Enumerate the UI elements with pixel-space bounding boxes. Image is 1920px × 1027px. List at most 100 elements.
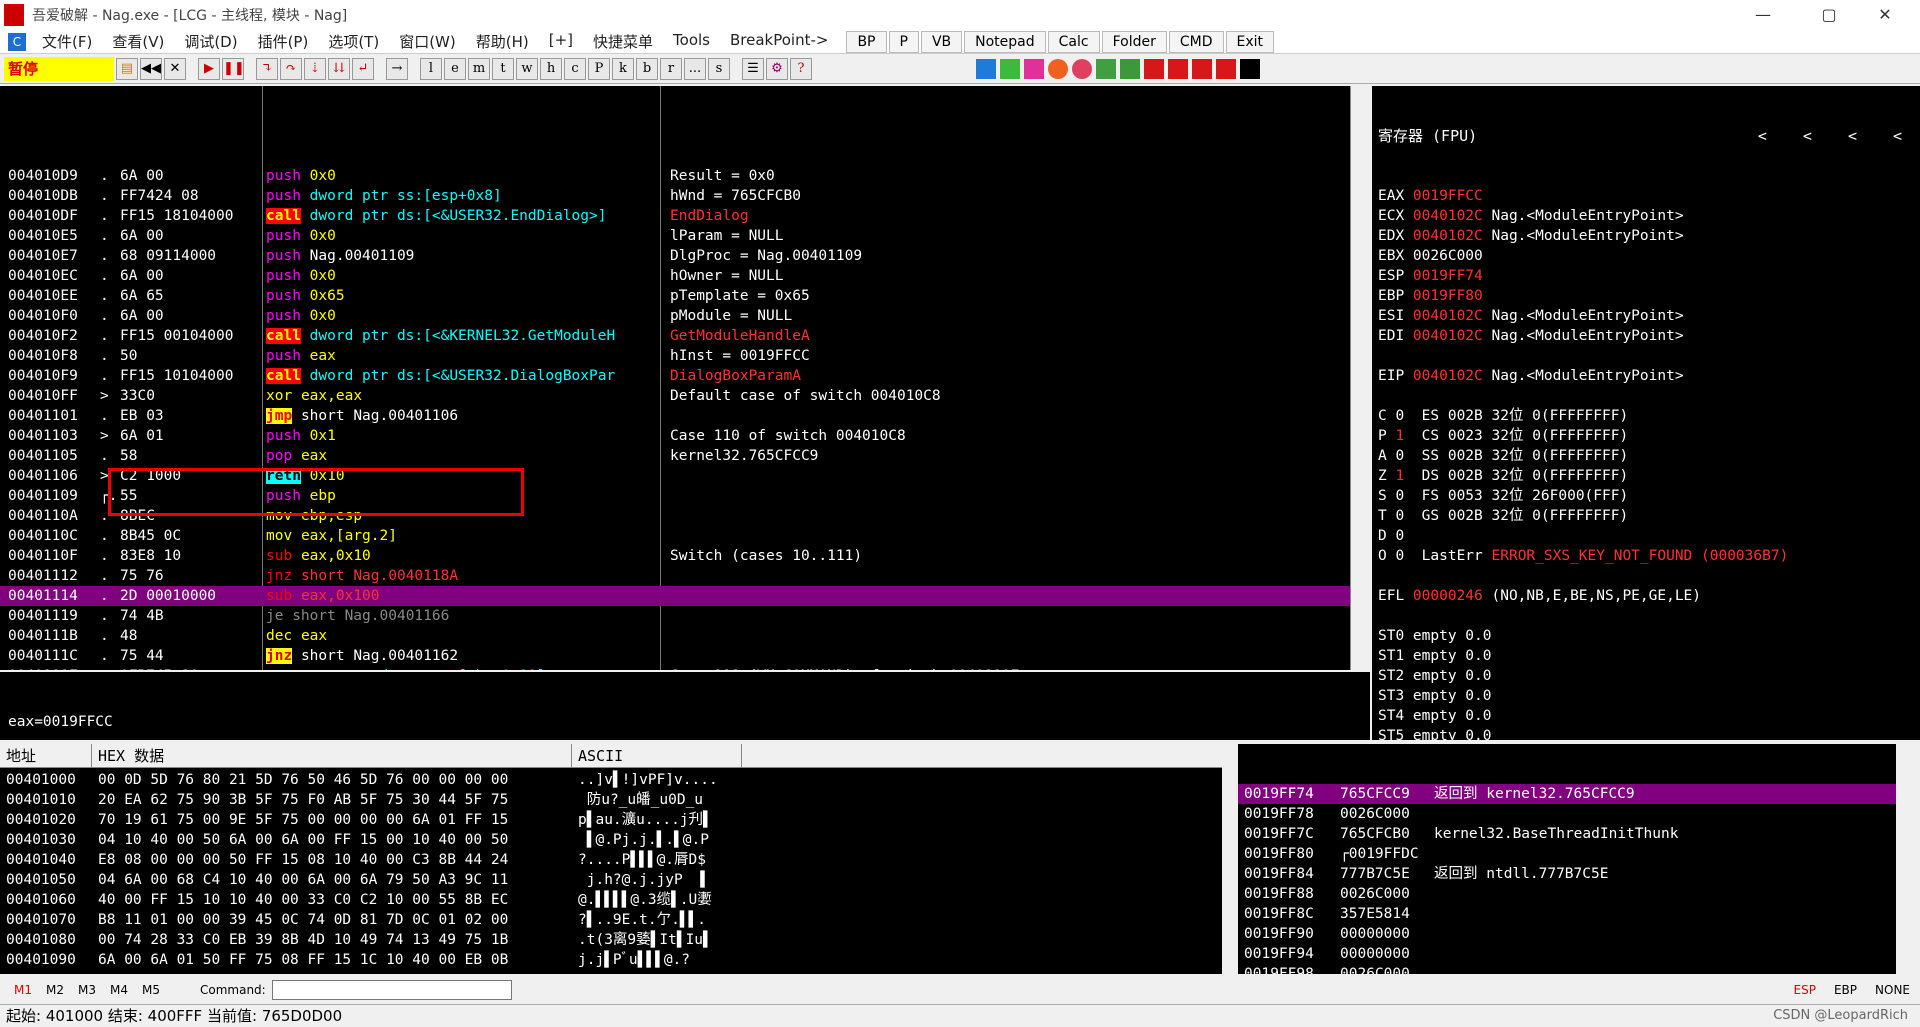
run-icon[interactable]: ▶ [198,57,220,80]
trace-over-icon[interactable]: ⇊ [328,57,350,80]
window-button[interactable]: l [420,57,442,80]
plugin-jie-icon[interactable] [1216,58,1236,79]
register-line[interactable]: ECX 0040102C Nag.<ModuleEntryPoint> [1372,206,1920,226]
disassembly-row[interactable]: 00401101. EB 03 jmp short Nag.00401106 [0,406,1350,426]
ext-button[interactable]: CMD [1168,30,1224,53]
stack-row[interactable]: 0019FF74 765CFCC9 返回到 kernel32.765CFCC9 [1238,784,1896,804]
disassembly-row[interactable]: 00401112. 75 76 jnz short Nag.0040118A [0,566,1350,586]
register-line[interactable]: EAX 0019FFCC [1372,186,1920,206]
stack-row[interactable]: 0019FF8C 357E5814 [1238,904,1896,924]
ext-button[interactable]: P [888,30,919,53]
window-button[interactable]: c [564,57,586,80]
plugin-refresh-icon[interactable] [976,58,996,79]
register-line[interactable]: Z 1 DS 002B 32位 0(FFFFFFFF) [1372,466,1920,486]
window-button[interactable]: ... [684,57,706,80]
register-line[interactable]: D 0 [1372,526,1920,546]
disassembly-row[interactable]: 0040111E.0FB745 10movzx eax,word ptr ss:… [0,666,1350,670]
status-indicator[interactable]: EBP [1834,983,1857,997]
disassembly-row[interactable]: 0040111C. 75 44 jnz short Nag.00401162 [0,646,1350,666]
register-line[interactable]: O 0 LastErr ERROR_SXS_KEY_NOT_FOUND (000… [1372,546,1920,566]
disassembly-pane[interactable]: 004010D9. 6A 00 push 0x0 Result = 0x0 004010… [0,86,1350,670]
register-line[interactable]: EBP 0019FF80 [1372,286,1920,306]
register-line[interactable]: EIP 0040102C Nag.<ModuleEntryPoint> [1372,366,1920,386]
registers-header[interactable]: 寄存器 (FPU) < < < < [1372,126,1920,146]
dump-col-hex[interactable]: HEX 数据 [92,744,572,767]
plugin-black-icon[interactable] [1240,58,1260,79]
menu-item[interactable]: 窗口(W) [389,31,466,52]
menu-item[interactable]: 快捷菜单 [583,31,663,52]
register-line[interactable]: EFL 00000246 (NO,NB,E,BE,NS,PE,GE,LE) [1372,586,1920,606]
dump-row[interactable]: 00401070 B8 11 01 00 00 39 45 0C 74 0D 81… [0,910,718,930]
menu-item[interactable]: BreakPoint-> [720,31,838,52]
stack-row[interactable]: 0019FF78 0026C000 [1238,804,1896,824]
dump-row[interactable]: 00401040 E8 08 00 00 00 50 FF 15 08 10 40… [0,850,718,870]
register-line[interactable]: EDX 0040102C Nag.<ModuleEntryPoint> [1372,226,1920,246]
stack-row[interactable]: 0019FF98 0026C000 [1238,964,1896,974]
register-line[interactable]: P 1 CS 0023 32位 0(FFFFFFFF) [1372,426,1920,446]
ext-button[interactable]: Folder [1101,30,1167,53]
menu-item[interactable]: 插件(P) [248,31,319,52]
register-line[interactable]: ST3 empty 0.0 [1372,686,1920,706]
plugin-circle-icon[interactable] [1048,58,1068,79]
plugin-green-icon[interactable] [1000,58,1020,79]
memory-tab[interactable]: M5 [142,983,160,997]
menu-item[interactable]: 查看(V) [102,31,174,52]
register-line[interactable]: ST5 empty 0.0 [1372,726,1920,740]
menu-item[interactable]: Tools [663,31,720,52]
disassembly-row[interactable]: 00401119. 74 4B je short Nag.00401166 [0,606,1350,626]
register-line[interactable]: EBX 0026C000 [1372,246,1920,266]
status-indicator[interactable]: NONE [1875,983,1910,997]
memory-tab[interactable]: M3 [78,983,96,997]
options-icon[interactable]: ⚙ [766,57,788,80]
disassembly-row[interactable]: 0040110F. 83E8 10 sub eax,0x10 Switch (case… [0,546,1350,566]
list-icon[interactable]: ☰ [742,57,764,80]
window-button[interactable]: r [660,57,682,80]
registers-nav-arrow[interactable]: < [1803,126,1812,146]
register-line[interactable]: ST4 empty 0.0 [1372,706,1920,726]
register-line[interactable] [1372,606,1920,626]
registers-nav-arrow[interactable]: < [1893,126,1902,146]
window-button[interactable]: h [540,57,562,80]
window-button[interactable]: w [516,57,538,80]
menu-item[interactable]: 文件(F) [32,31,102,52]
hex-dump-pane[interactable]: 地址 HEX 数据 ASCII 00401000 00 0D 5D 76 80 2… [0,744,1222,974]
disassembly-row[interactable]: 004010F2. FF15 00104000 call dword ptr ds:… [0,326,1350,346]
window-button[interactable]: e [444,57,466,80]
stack-row[interactable]: 0019FF88 0026C000 [1238,884,1896,904]
disassembly-row[interactable]: 004010D9. 6A 00 push 0x0 Result = 0x0 [0,166,1350,186]
registers-nav-arrow[interactable]: < [1848,126,1857,146]
maximize-button[interactable]: ▢ [1806,0,1852,30]
restart-icon[interactable]: ◀◀ [140,57,162,80]
ext-button[interactable]: Calc [1047,30,1100,53]
status-indicator[interactable]: ESP [1794,983,1816,997]
register-line[interactable] [1372,566,1920,586]
plugin-wu-icon[interactable] [1144,58,1164,79]
window-button[interactable]: k [612,57,634,80]
ext-button[interactable]: BP [846,30,887,53]
dump-row[interactable]: 00401030 04 10 40 00 50 6A 00 6A 00 FF 15… [0,830,718,850]
registers-nav-arrow[interactable]: < [1758,126,1767,146]
disassembly-row[interactable]: 0040111B. 48 dec eax [0,626,1350,646]
register-line[interactable]: ST1 empty 0.0 [1372,646,1920,666]
dump-row[interactable]: 00401010 20 EA 62 75 90 3B 5F 75 F0 AB 5F… [0,790,718,810]
trace-into-icon[interactable]: ⇣ [304,57,326,80]
disassembly-row[interactable]: 004010F8. 50 push eax hInst = 0019FFCC [0,346,1350,366]
disassembly-row[interactable]: 004010DF. FF15 18104000 call dword ptr ds:… [0,206,1350,226]
help-icon[interactable]: ? [790,57,812,80]
register-line[interactable] [1372,386,1920,406]
command-input[interactable] [271,980,512,1000]
register-line[interactable] [1372,346,1920,366]
disassembly-row[interactable]: 004010FF >33C0 xor eax,eax Default case of … [0,386,1350,406]
stack-pane[interactable]: 0019FF74 765CFCC9 返回到 kernel32.765CFCC9 001… [1238,744,1896,974]
menu-item[interactable]: [+] [539,31,583,52]
register-line[interactable]: ESP 0019FF74 [1372,266,1920,286]
window-button[interactable]: t [492,57,514,80]
dump-row[interactable]: 00401080 00 74 28 33 C0 EB 39 8B 4D 10 49… [0,930,718,950]
register-line[interactable]: T 0 GS 002B 32位 0(FFFFFFFF) [1372,506,1920,526]
disassembly-row[interactable]: 004010DB. FF7424 08 push dword ptr ss:[esp… [0,186,1350,206]
stack-row[interactable]: 0019FF7C 765CFCB0 kernel32.BaseThreadInitT… [1238,824,1896,844]
disassembly-row[interactable]: 004010E5. 6A 00 push 0x0 lParam = NULL [0,226,1350,246]
open-file-icon[interactable]: ▤ [116,57,138,80]
registers-pane[interactable]: 寄存器 (FPU) < < < < EAX 0019FFCC ECX 0040102C … [1372,86,1920,740]
ext-button[interactable]: Exit [1225,30,1275,53]
